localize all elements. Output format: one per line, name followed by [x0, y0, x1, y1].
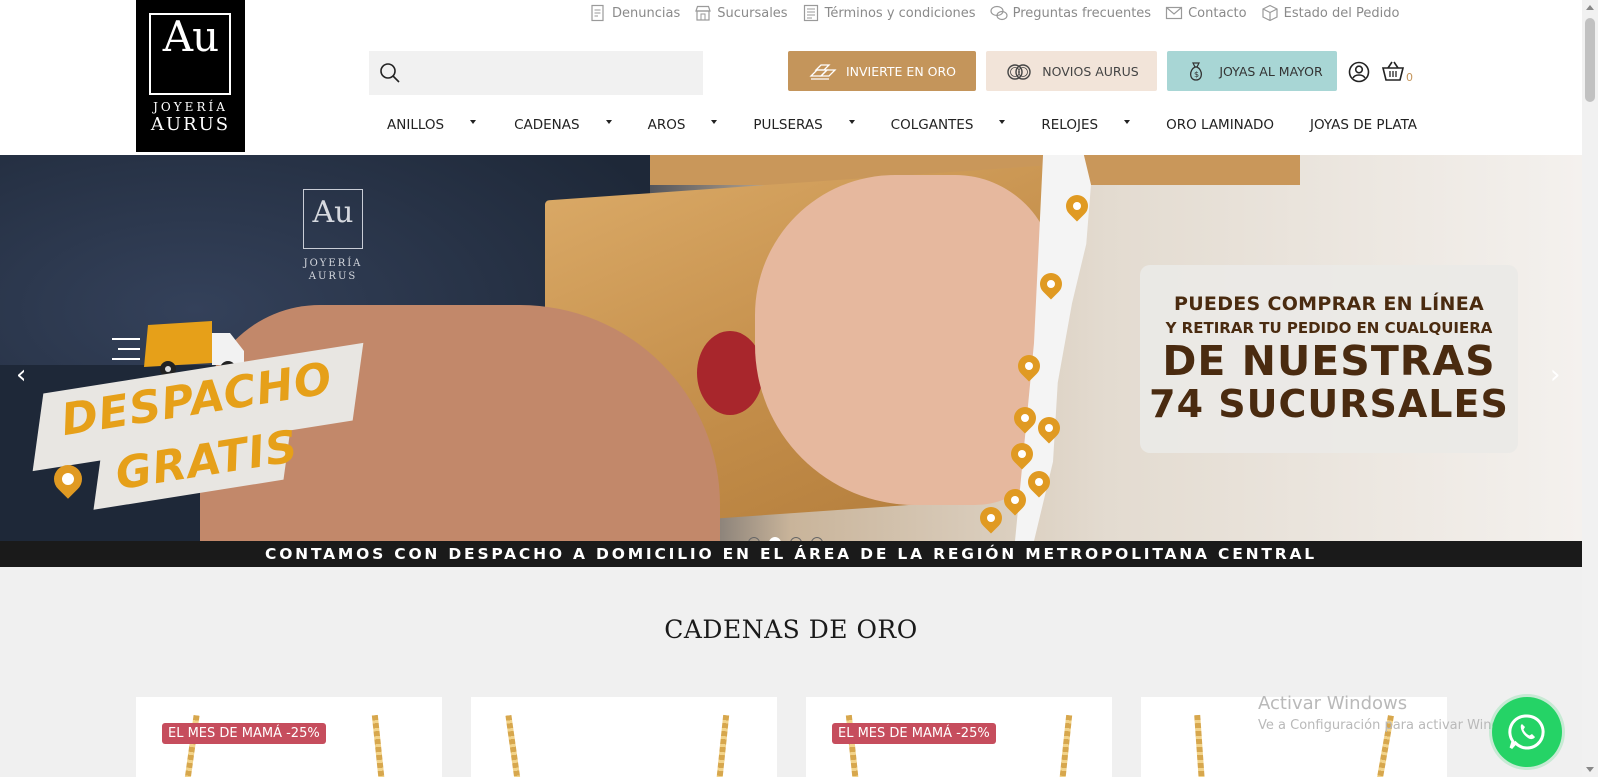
nav-label: CADENAS [514, 117, 580, 133]
banner-message-card: PUEDES COMPRAR EN LÍNEA Y RETIRAR TU PED… [1140, 265, 1518, 453]
shirt-logo-line2: AURUS [308, 271, 358, 282]
delivery-strip: CONTAMOS CON DESPACHO A DOMICILIO EN EL … [0, 541, 1582, 567]
toplink-contacto[interactable]: Contacto [1165, 4, 1247, 22]
novios-aurus-button[interactable]: NOVIOS AURUS [986, 51, 1157, 91]
watermark-line1: Activar Windows [1258, 693, 1408, 714]
toplink-label: Estado del Pedido [1283, 5, 1400, 21]
svg-text:$: $ [1194, 70, 1199, 79]
nav-label: COLGANTES [890, 117, 974, 133]
nav-item-joyas-de-plata[interactable]: JOYAS DE PLATA [1310, 117, 1417, 133]
toplink-label: Denuncias [612, 5, 681, 21]
gold-bars-icon [809, 64, 837, 80]
nav-label: JOYAS DE PLATA [1310, 117, 1418, 133]
package-icon [1262, 4, 1278, 22]
map-pin-icon [975, 502, 1007, 534]
toplink-sucursales[interactable]: Sucursales [694, 4, 788, 22]
caret-down-icon [470, 120, 477, 124]
caret-down-icon [711, 120, 718, 124]
product-image [371, 714, 387, 777]
product-image [714, 714, 730, 777]
joyas-al-mayor-label: JOYAS AL MAYOR [1219, 63, 1323, 79]
section-title: CADENAS DE ORO [664, 615, 918, 644]
nav-item-pulseras[interactable]: PULSERAS [753, 117, 855, 133]
scroll-down-arrow-icon[interactable] [1586, 767, 1594, 772]
toplink-label: Contacto [1188, 5, 1247, 21]
novios-aurus-label: NOVIOS AURUS [1042, 63, 1139, 79]
caret-down-icon [605, 120, 612, 124]
nav-label: ANILLOS [387, 117, 445, 133]
site-header: Au JOYERÍA AURUS Denuncias Sucursales Té… [0, 0, 1582, 155]
product-image [1057, 714, 1073, 777]
invierte-en-oro-button[interactable]: INVIERTE EN ORO [788, 51, 976, 91]
shirt-logo-text: JOYERÍA AURUS [298, 257, 368, 283]
watermark-line2: Ve a Configuración para activar Windows. [1258, 718, 1530, 733]
nav-label: PULSERAS [753, 117, 823, 133]
cart-icon[interactable] [1381, 59, 1405, 83]
invierte-en-oro-label: INVIERTE EN ORO [845, 63, 957, 79]
caret-down-icon [999, 120, 1006, 124]
toplink-estado-pedido[interactable]: Estado del Pedido [1261, 4, 1400, 22]
windows-activation-watermark: Activar Windows Ve a Configuración para … [1258, 693, 1529, 733]
banner-msg-line2: Y RETIRAR TU PEDIDO EN CUALQUIERA [1165, 319, 1493, 337]
product-image [505, 714, 523, 777]
logo-line2: AURUS [150, 114, 231, 135]
discount-badge: EL MES DE MAMÁ -25% [832, 723, 996, 744]
caret-down-icon [848, 120, 855, 124]
whatsapp-icon [1508, 714, 1545, 750]
page: Au JOYERÍA AURUS Denuncias Sucursales Té… [0, 0, 1598, 777]
nav-label: RELOJES [1041, 117, 1099, 133]
search-icon[interactable] [379, 62, 401, 84]
report-icon [591, 4, 604, 22]
toplink-terminos[interactable]: Términos y condiciones [802, 4, 976, 22]
main-nav: ANILLOS CADENAS AROS PULSERAS COLGANTES … [387, 117, 1417, 133]
discount-badge: EL MES DE MAMÁ -25% [162, 723, 326, 744]
carousel-next-arrow-icon[interactable]: › [1550, 360, 1560, 390]
document-icon [803, 4, 818, 22]
carousel-prev-arrow-icon[interactable]: ‹ [16, 360, 26, 390]
product-image [1194, 714, 1206, 777]
page-scrollbar[interactable] [1582, 0, 1598, 777]
banner-msg-line4: 74 SUCURSALES [1149, 382, 1509, 426]
nav-item-cadenas[interactable]: CADENAS [514, 117, 612, 133]
nav-item-relojes[interactable]: RELOJES [1041, 117, 1131, 133]
shirt-logo-mark: Au [312, 195, 354, 230]
toplink-faq[interactable]: Preguntas frecuentes [989, 4, 1152, 22]
rings-icon [1007, 64, 1031, 80]
cart-count: 0 [1406, 71, 1413, 84]
nav-item-oro-laminado[interactable]: ORO LAMINADO [1166, 117, 1274, 133]
user-account-icon[interactable] [1348, 61, 1370, 83]
hero-banner[interactable]: Au JOYERÍA AURUS DESPACHO GRATIS PUEDES … [0, 155, 1582, 541]
toplink-label: Sucursales [717, 5, 788, 21]
nav-item-anillos[interactable]: ANILLOS [387, 117, 477, 133]
money-bag-icon: $ [1190, 62, 1203, 81]
logo-line1: JOYERÍA [153, 100, 228, 114]
scrollbar-thumb[interactable] [1585, 18, 1595, 102]
whatsapp-button[interactable] [1492, 697, 1562, 767]
search-input[interactable] [413, 51, 698, 95]
toplink-label: Preguntas frecuentes [1012, 5, 1152, 21]
product-card[interactable] [471, 697, 777, 777]
nav-item-aros[interactable]: AROS [648, 117, 718, 133]
toplink-label: Términos y condiciones [824, 5, 976, 21]
mail-icon [1165, 6, 1183, 20]
banner-msg-line1: PUEDES COMPRAR EN LÍNEA [1173, 293, 1485, 315]
banner-box-sticker [697, 331, 763, 415]
site-logo[interactable]: Au JOYERÍA AURUS [136, 0, 245, 152]
top-links: Denuncias Sucursales Términos y condicio… [589, 4, 1399, 22]
logo-mark: Au [162, 12, 219, 61]
nav-label: AROS [647, 117, 686, 133]
search-bar [369, 51, 703, 95]
nav-item-colgantes[interactable]: COLGANTES [891, 117, 1006, 133]
nav-label: ORO LAMINADO [1166, 117, 1275, 133]
caret-down-icon [1124, 120, 1131, 124]
product-card[interactable]: EL MES DE MAMÁ -25% [136, 697, 442, 777]
toplink-denuncias[interactable]: Denuncias [589, 4, 680, 22]
product-card[interactable]: EL MES DE MAMÁ -25% [806, 697, 1112, 777]
banner-msg-line3: DE NUESTRAS [1162, 337, 1496, 385]
shirt-logo-line1: JOYERÍA [303, 258, 363, 269]
faq-icon [989, 5, 1008, 21]
joyas-al-mayor-button[interactable]: $ JOYAS AL MAYOR [1167, 51, 1337, 91]
scroll-up-arrow-icon[interactable] [1586, 5, 1594, 10]
store-icon [695, 5, 712, 21]
